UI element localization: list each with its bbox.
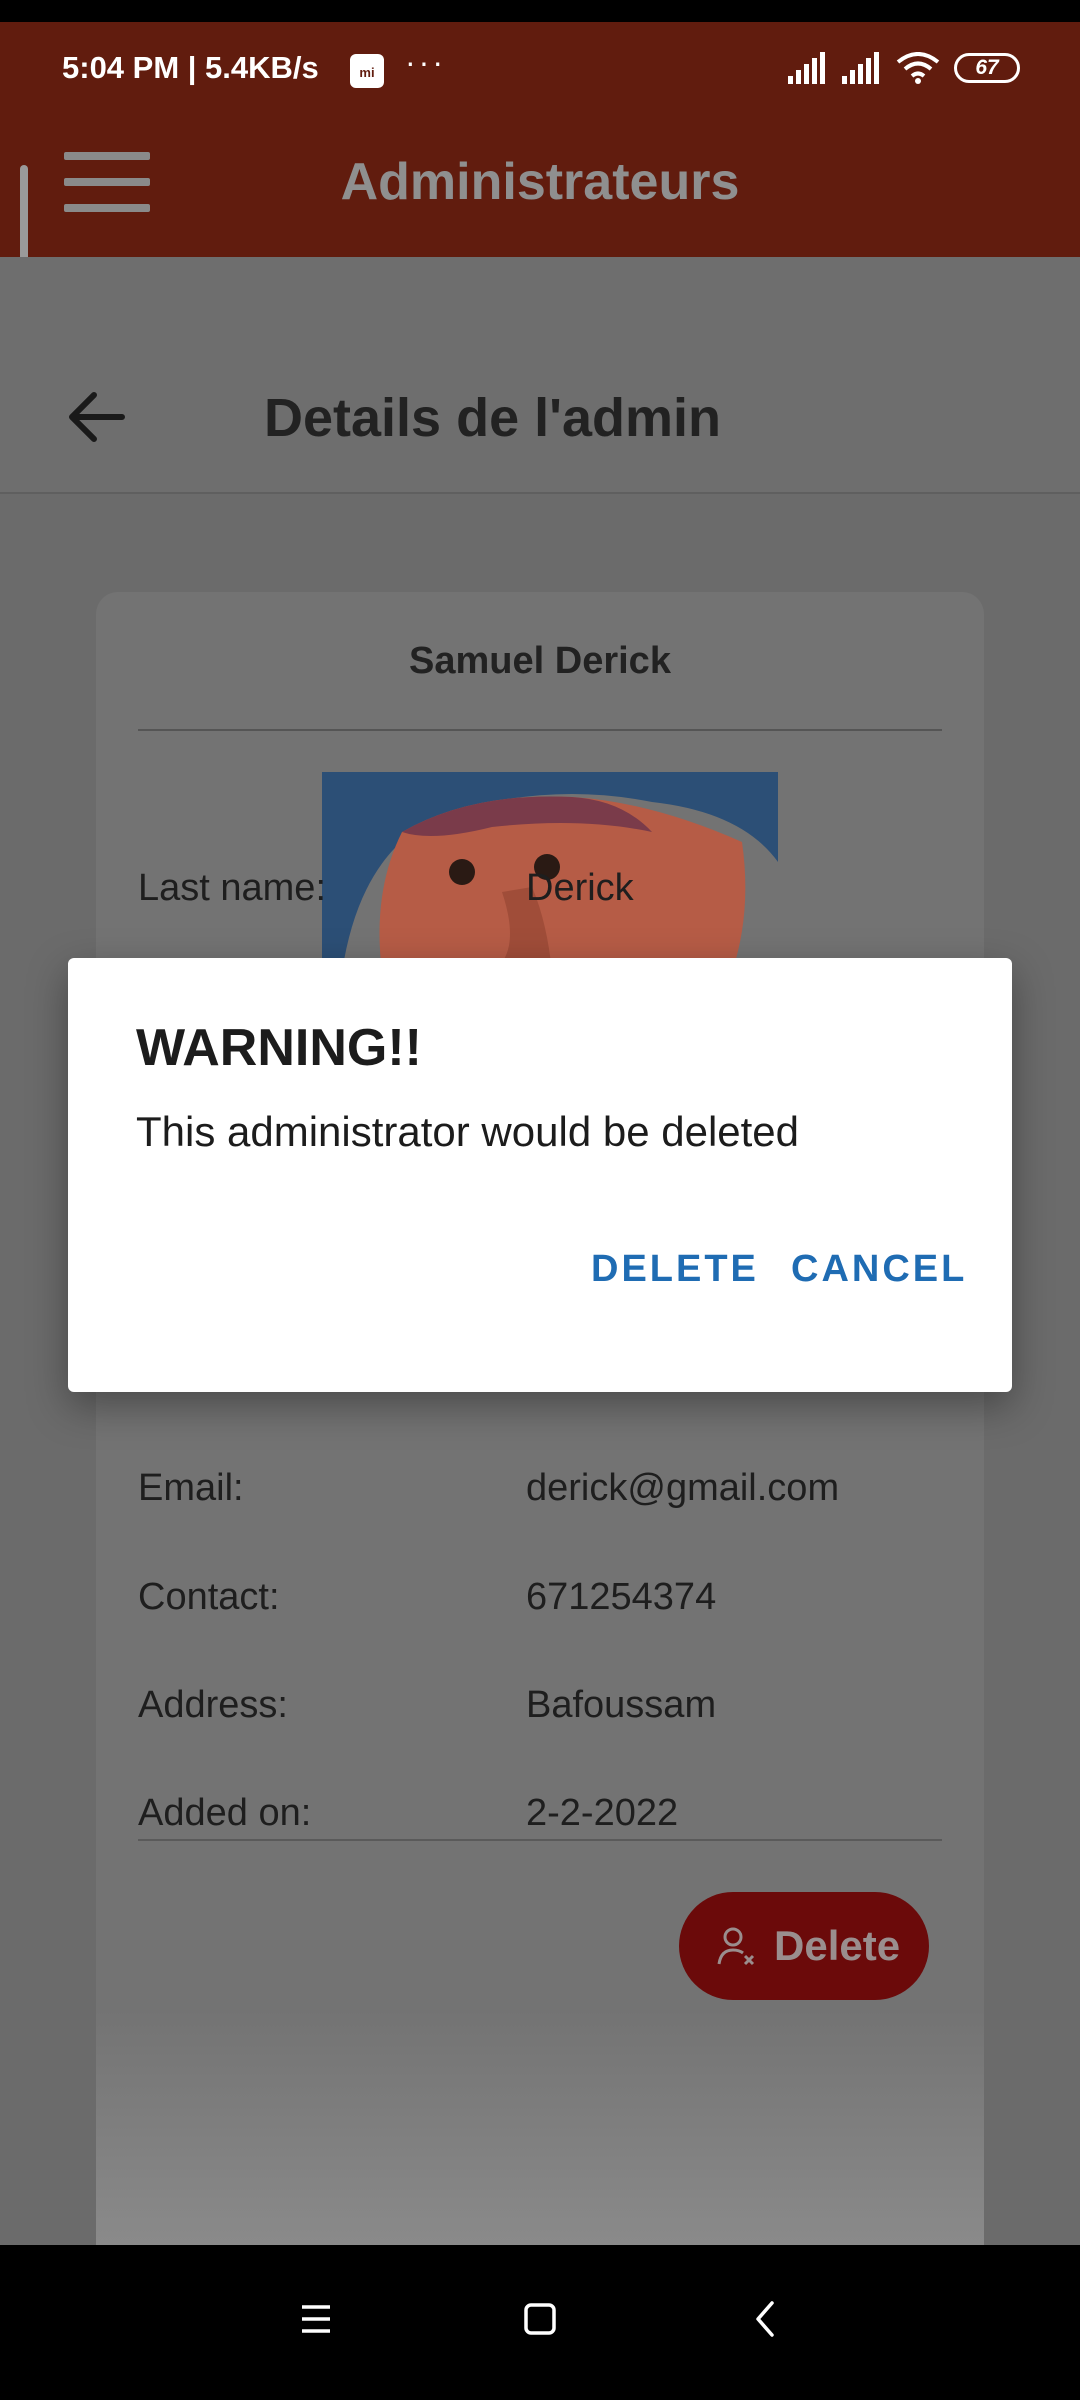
app-bar: Administrateurs: [0, 130, 1080, 257]
address-label: Address:: [138, 1684, 288, 1726]
system-nav-bar: [0, 2245, 1080, 2400]
status-time: 5:04 PM | 5.4KB/s: [62, 50, 319, 85]
battery-icon: 67: [954, 53, 1020, 83]
email-label: Email:: [138, 1467, 244, 1509]
added-on-label: Added on:: [138, 1792, 312, 1834]
divider: [138, 729, 942, 731]
contact-row: Contact: 671254374: [138, 1576, 942, 1636]
contact-value: 671254374: [526, 1576, 717, 1618]
status-icons: 67: [788, 52, 1020, 84]
remove-user-icon: [717, 1927, 755, 1966]
address-row: Address: Bafoussam: [138, 1684, 942, 1744]
wifi-icon: [896, 52, 940, 84]
email-row: Email: derick@gmail.com: [138, 1467, 942, 1527]
mi-store-icon: mi: [350, 54, 384, 88]
home-icon[interactable]: [510, 2289, 570, 2349]
app-title: Administrateurs: [340, 153, 740, 211]
signal-icon-2: [842, 52, 879, 84]
last-name-row: Last name: Derick: [138, 867, 942, 927]
signal-icon: [788, 52, 825, 84]
more-notifications-icon: ···: [405, 44, 446, 80]
delete-button-label: Delete: [774, 1922, 901, 1969]
warning-dialog: WARNING!! This administrator would be de…: [68, 958, 1012, 1392]
address-value: Bafoussam: [526, 1684, 717, 1726]
last-name-value: Derick: [526, 867, 634, 909]
delete-admin-button[interactable]: Delete: [679, 1892, 929, 2000]
added-on-row: Added on: 2-2-2022: [138, 1792, 942, 1852]
contact-label: Contact:: [138, 1576, 280, 1618]
admin-name: Samuel Derick: [409, 640, 671, 682]
recent-apps-icon[interactable]: [286, 2289, 346, 2349]
arrow-left-icon[interactable]: [64, 385, 128, 449]
added-on-value: 2-2-2022: [526, 1792, 679, 1834]
back-icon[interactable]: [736, 2289, 796, 2349]
dialog-message: This administrator would be deleted: [136, 1108, 800, 1155]
email-value: derick@gmail.com: [526, 1467, 840, 1509]
last-name-label: Last name:: [138, 867, 326, 909]
cancel-button[interactable]: CANCEL: [791, 1248, 967, 1291]
confirm-delete-button[interactable]: DELETE: [591, 1248, 759, 1291]
card-bottom-fade: [96, 2010, 984, 2245]
divider: [138, 1839, 942, 1841]
sub-header: Details de l'admin: [0, 257, 1080, 494]
page-title: Details de l'admin: [264, 388, 721, 448]
dialog-title: WARNING!!: [136, 1019, 422, 1077]
status-bar: 5:04 PM | 5.4KB/s mi ··· 67: [0, 0, 1080, 130]
